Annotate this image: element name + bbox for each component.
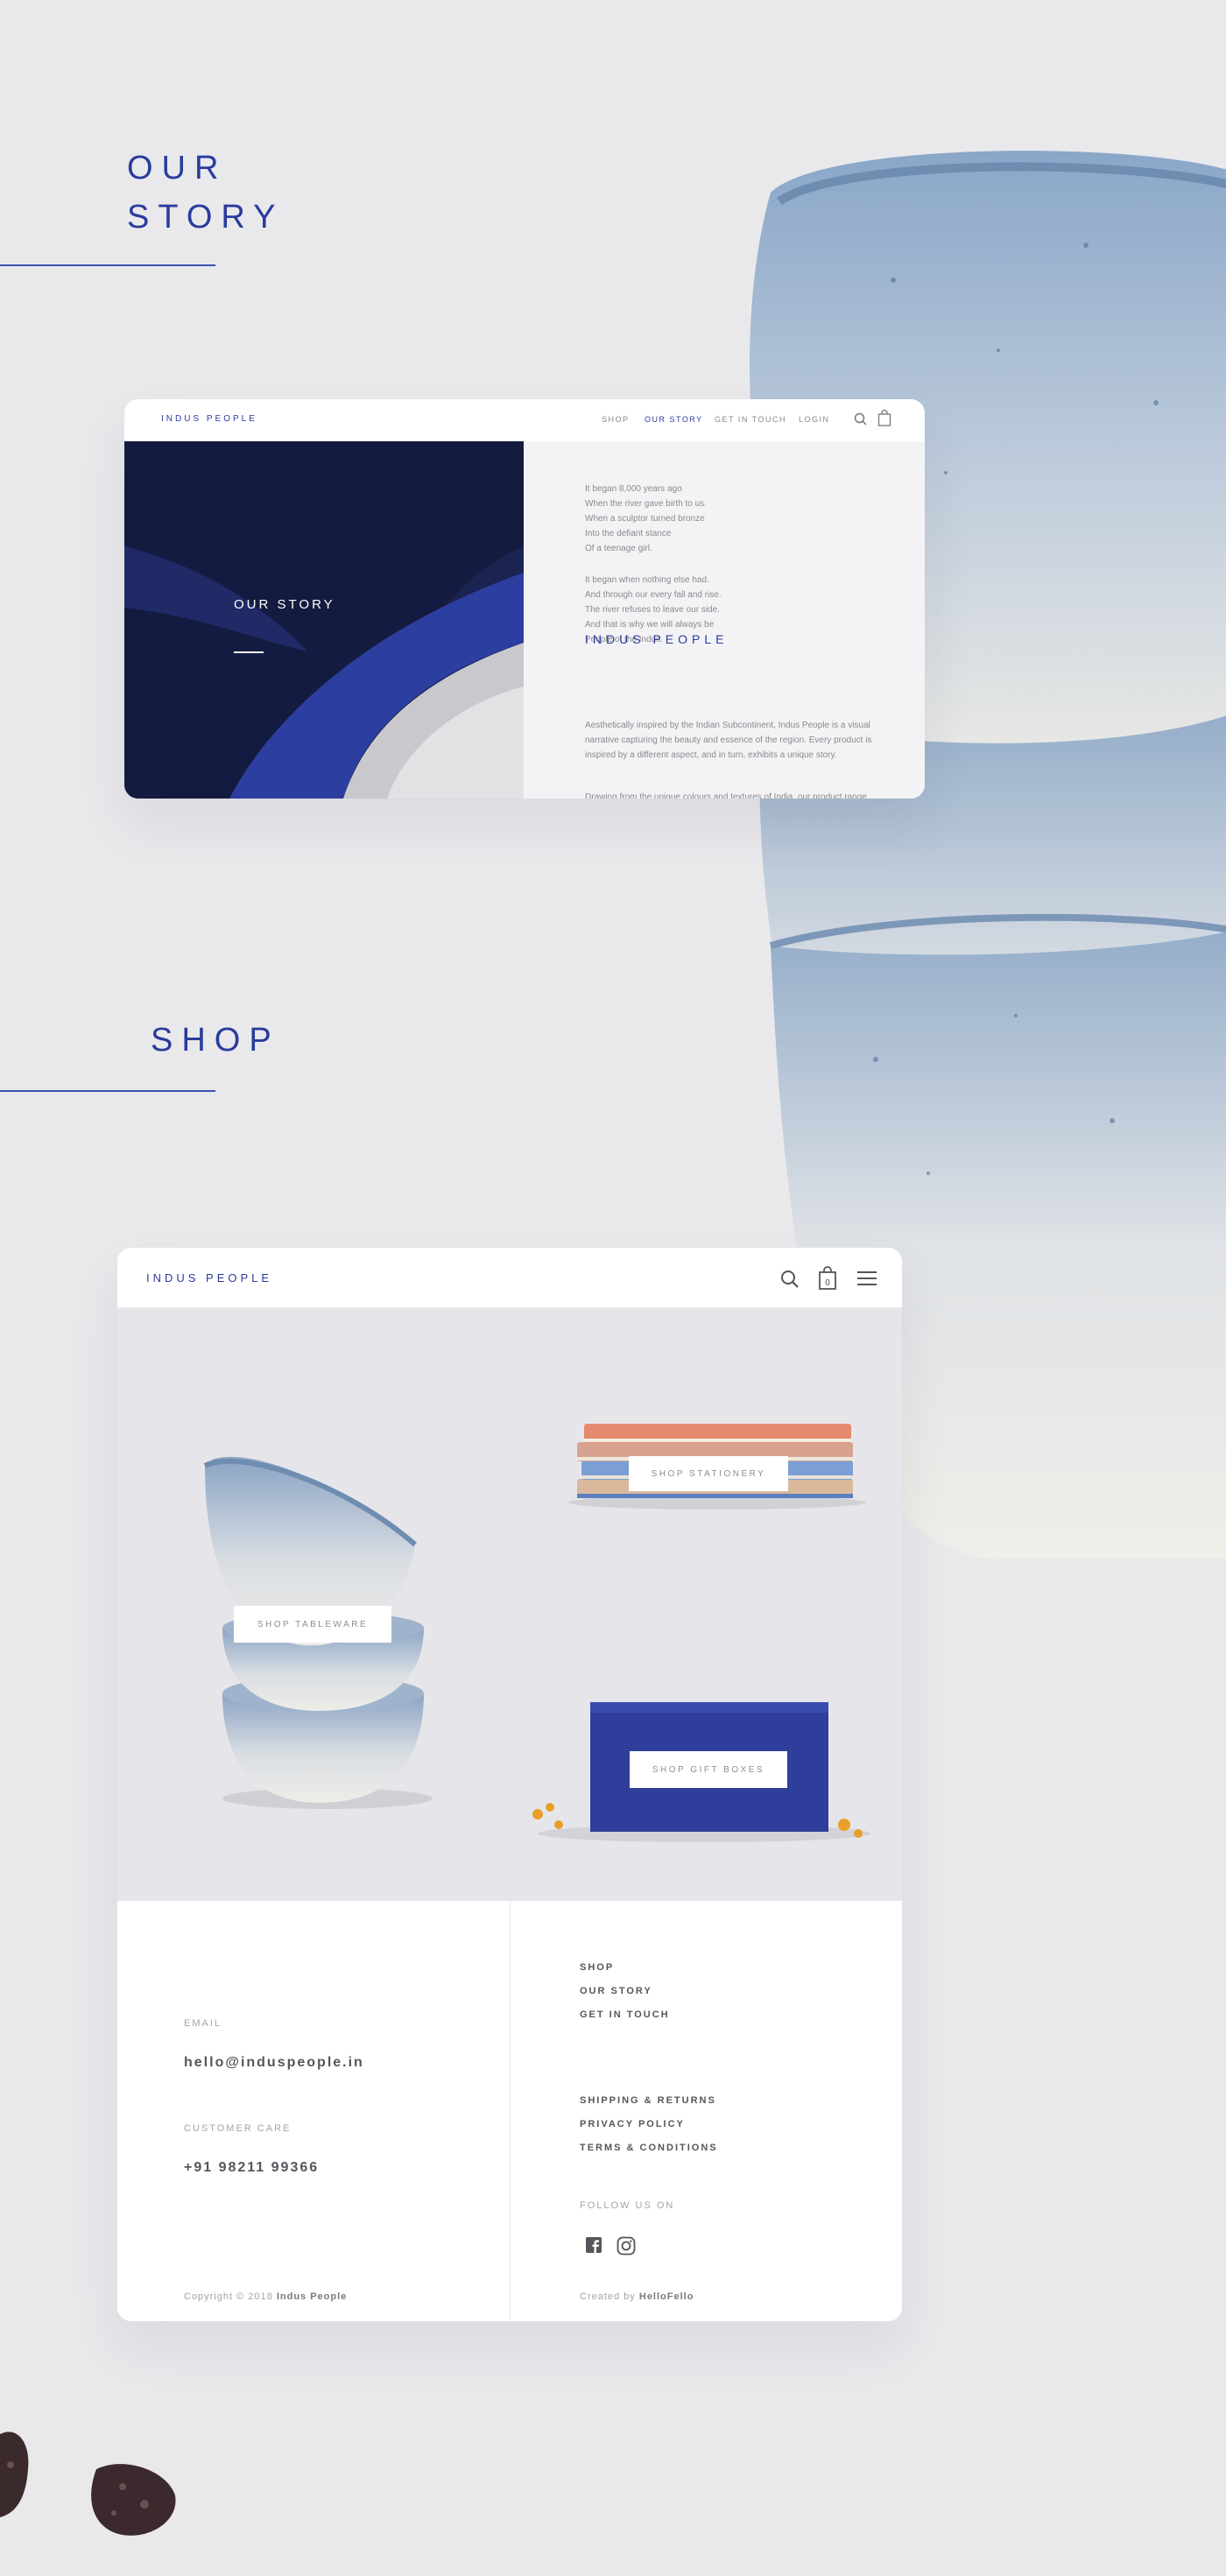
story-poem-1: It began 8,000 years ago When the river … xyxy=(585,484,707,553)
brand-logo[interactable]: INDUS PEOPLE xyxy=(146,1271,272,1284)
footer-link-terms[interactable]: TERMS & CONDITIONS xyxy=(580,2143,718,2153)
created-by-text: Created by HelloFello xyxy=(580,2291,694,2302)
shop-tableware-button[interactable]: SHOP TABLEWARE xyxy=(234,1606,391,1643)
shop-stationery-button[interactable]: SHOP STATIONERY xyxy=(629,1456,788,1491)
search-icon[interactable] xyxy=(853,412,869,427)
site-footer: EMAIL hello@induspeople.in CUSTOMER CARE… xyxy=(117,1901,902,2321)
nav-get-in-touch[interactable]: GET IN TOUCH xyxy=(715,415,786,424)
story-navbar: INDUS PEOPLE SHOP OUR STORY GET IN TOUCH… xyxy=(124,399,925,441)
story-text-panel: It began 8,000 years ago When the river … xyxy=(524,441,925,799)
cart-icon[interactable]: 0 xyxy=(818,1266,837,1291)
search-icon[interactable] xyxy=(779,1269,800,1290)
section-title-line1: OUR xyxy=(127,150,228,187)
footer-link-shop[interactable]: SHOP xyxy=(580,1962,614,1973)
our-story-page-preview: INDUS PEOPLE SHOP OUR STORY GET IN TOUCH… xyxy=(124,399,925,799)
cart-count: 0 xyxy=(825,1278,830,1288)
section-title-line2: STORY xyxy=(127,199,285,236)
copyright-text: Copyright © 2018 Indus People xyxy=(184,2291,348,2302)
shop-navbar: INDUS PEOPLE 0 xyxy=(117,1248,902,1308)
footer-divider xyxy=(510,1901,511,2321)
phone-link[interactable]: +91 98211 99366 xyxy=(184,2160,319,2176)
customer-care-label: CUSTOMER CARE xyxy=(184,2123,292,2134)
footer-link-our-story[interactable]: OUR STORY xyxy=(580,1986,652,1996)
our-story-section-title: OUR STORY xyxy=(127,144,285,242)
shop-gift-boxes-button[interactable]: SHOP GIFT BOXES xyxy=(630,1751,787,1788)
shop-categories-grid: SHOP TABLEWARE SHOP STATIONERY SHOP GIFT… xyxy=(117,1308,902,1901)
instagram-icon[interactable] xyxy=(617,2236,636,2256)
river-landscape-image xyxy=(124,441,524,799)
hero-rule xyxy=(234,651,264,653)
hamburger-menu-icon[interactable] xyxy=(856,1270,877,1287)
story-heading: INDUS PEOPLE xyxy=(585,632,729,646)
nav-shop[interactable]: SHOP xyxy=(602,415,630,424)
story-paragraph-1: Aesthetically inspired by the Indian Sub… xyxy=(585,721,872,760)
story-hero-image: OUR STORY xyxy=(124,441,524,799)
footer-link-get-in-touch[interactable]: GET IN TOUCH xyxy=(580,2009,670,2020)
section-rule xyxy=(0,1090,215,1092)
email-link[interactable]: hello@induspeople.in xyxy=(184,2055,364,2071)
shop-section-title: SHOP xyxy=(151,1022,280,1059)
cart-icon[interactable] xyxy=(877,410,891,427)
footer-link-privacy[interactable]: PRIVACY POLICY xyxy=(580,2119,685,2129)
nav-our-story[interactable]: OUR STORY xyxy=(645,415,703,424)
story-hero-title: OUR STORY xyxy=(234,597,335,612)
shop-page-preview: INDUS PEOPLE 0 SHOP TABLEWARE SHOP STATI… xyxy=(117,1248,902,2321)
brand-logo[interactable]: INDUS PEOPLE xyxy=(161,414,257,424)
nav-login[interactable]: LOGIN xyxy=(799,415,830,424)
follow-us-label: FOLLOW US ON xyxy=(580,2200,675,2211)
dried-berries-decoration xyxy=(0,2432,176,2536)
facebook-icon[interactable] xyxy=(585,2236,602,2254)
story-paragraph-2: Drawing from the unique colours and text… xyxy=(585,792,867,799)
footer-link-shipping[interactable]: SHIPPING & RETURNS xyxy=(580,2095,716,2106)
section-rule xyxy=(0,264,215,266)
creator-link[interactable]: HelloFello xyxy=(639,2291,694,2302)
email-label: EMAIL xyxy=(184,2018,222,2029)
